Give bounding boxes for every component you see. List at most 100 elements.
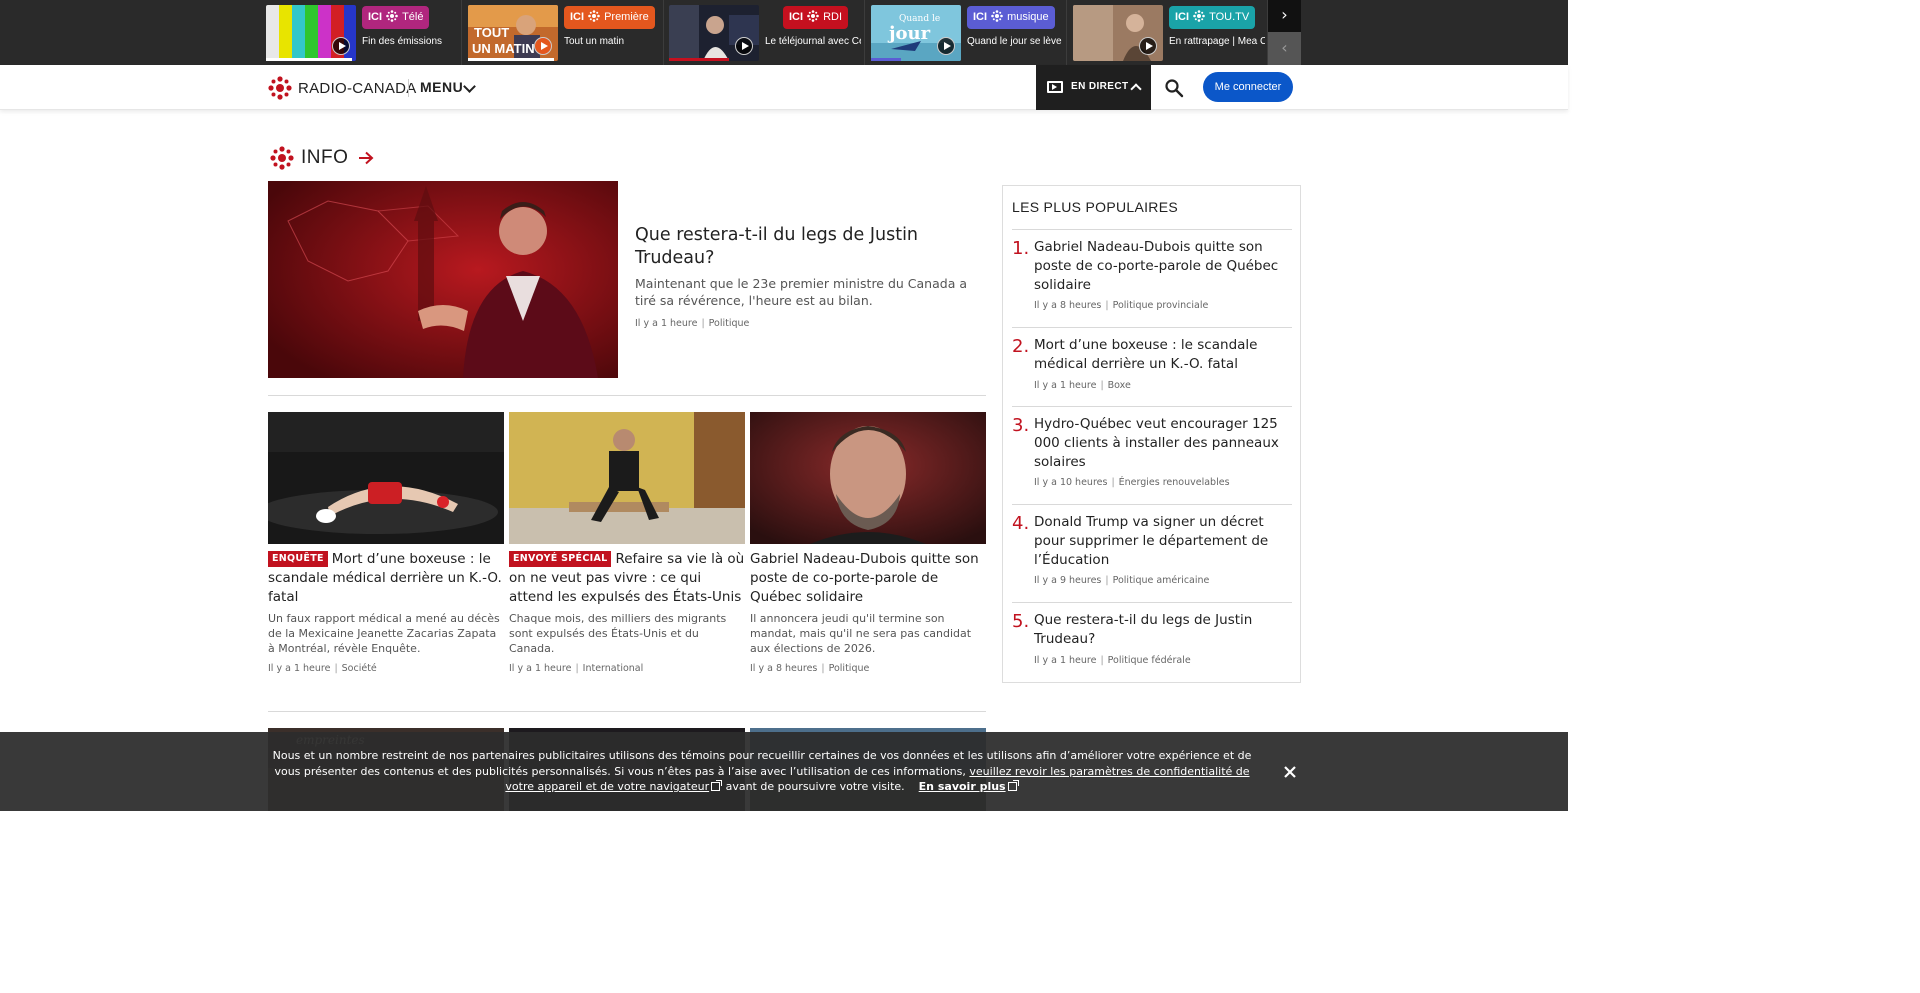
live-progress — [871, 58, 901, 61]
story-tag: ENQUÊTE — [268, 551, 328, 567]
chevron-down-icon[interactable] — [463, 80, 476, 93]
timestamp: Il y a 10 heures — [1034, 477, 1108, 488]
popular-meta: Il y a 1 heure | Politique fédérale — [1034, 655, 1191, 666]
live-button[interactable]: EN DIRECT — [1036, 65, 1151, 110]
story-card[interactable]: ENQUÊTE Mort d’une boxeuse : le scandale … — [268, 412, 504, 674]
live-progress — [266, 58, 352, 61]
popular-rank: 1. — [1012, 238, 1030, 259]
svg-text:TOUT: TOUT — [474, 25, 509, 40]
chevron-left-icon[interactable]: ‹ — [1268, 32, 1301, 65]
timestamp: Il y a 1 heure — [635, 318, 698, 329]
live-title: Quand le jour se lève — [967, 36, 1062, 47]
hero-headline[interactable]: Que restera-t-il du legs de Justin Trude… — [635, 224, 965, 270]
story-image[interactable] — [268, 412, 504, 544]
story-headline[interactable]: Gabriel Nadeau-Dubois quitte son poste d… — [750, 551, 979, 605]
section-header[interactable]: INFO — [270, 145, 374, 171]
live-card-toutv[interactable]: ICITOU.TV En rattrapage | Mea Culpa — [1069, 0, 1268, 65]
live-card-tele[interactable]: ICI Télé Fin des émissions — [262, 0, 462, 65]
play-icon — [1139, 37, 1157, 55]
live-card-rdi[interactable]: ICIRDI Le téléjournal avec Céline Galipe… — [665, 0, 865, 65]
popular-item[interactable]: 4. Donald Trump va signer un décret pour… — [1012, 504, 1292, 602]
story-description: Chaque mois, des milliers des migrants s… — [509, 612, 727, 655]
header-divider — [408, 79, 409, 97]
live-thumbnail — [669, 5, 759, 61]
music-mark-icon — [991, 10, 1003, 22]
radio-mark-icon — [588, 10, 600, 22]
story-meta: Il y a 1 heure | International — [509, 663, 644, 674]
live-thumbnail — [1073, 5, 1163, 61]
story-description: Un faux rapport médical a mené au décès … — [268, 612, 500, 655]
learn-more-link[interactable]: En savoir plus — [919, 780, 1006, 793]
radio-canada-gem-icon — [268, 76, 292, 100]
category-link[interactable]: Politique — [829, 663, 870, 674]
story-card[interactable]: ENVOYÉ SPÉCIAL Refaire sa vie là où on ne… — [509, 412, 745, 674]
popular-headline[interactable]: Gabriel Nadeau-Dubois quitte son poste d… — [1034, 238, 1292, 295]
category-link[interactable]: Boxe — [1108, 380, 1131, 391]
channel-badge: ICI RDI — [783, 6, 849, 29]
popular-rank: 3. — [1012, 415, 1030, 436]
popular-meta: Il y a 8 heures | Politique provinciale — [1034, 300, 1209, 311]
popular-panel: LES PLUS POPULAIRES 1. Gabriel Nadeau-Du… — [1002, 185, 1301, 683]
live-strip: ICI Télé Fin des émissions TOUT UN MATIN … — [0, 0, 1568, 65]
live-progress — [468, 58, 554, 61]
story-card[interactable]: Gabriel Nadeau-Dubois quitte son poste d… — [750, 412, 986, 674]
category-link[interactable]: International — [583, 663, 644, 674]
menu-button[interactable]: MENU — [420, 79, 463, 95]
live-thumbnail — [266, 5, 356, 61]
channel-badge: ICI Télé — [362, 6, 430, 29]
timestamp: Il y a 9 heures — [1034, 575, 1102, 586]
popular-headline[interactable]: Hydro-Québec veut encourager 125 000 cli… — [1034, 415, 1292, 472]
popular-rank: 4. — [1012, 513, 1030, 534]
category-link[interactable]: Société — [342, 663, 377, 674]
popular-meta: Il y a 10 heures | Énergies renouvelables — [1034, 477, 1230, 488]
story-image[interactable] — [509, 412, 745, 544]
login-button[interactable]: Me connecter — [1203, 72, 1293, 102]
chevron-right-icon[interactable]: › — [1268, 0, 1301, 32]
popular-item[interactable]: 1. Gabriel Nadeau-Dubois quitte son post… — [1012, 229, 1292, 327]
play-icon — [332, 37, 350, 55]
live-title: Le téléjournal avec Céline Galipeau — [765, 36, 861, 47]
live-card-premiere[interactable]: TOUT UN MATIN ICI Première Tout un matin — [464, 0, 664, 65]
timestamp: Il y a 1 heure — [1034, 380, 1097, 391]
popular-item[interactable]: 5. Que restera-t-il du legs de Justin Tr… — [1012, 602, 1292, 681]
popular-headline[interactable]: Donald Trump va signer un décret pour su… — [1034, 513, 1292, 570]
category-link[interactable]: Politique — [709, 318, 750, 329]
category-link[interactable]: Politique américaine — [1113, 575, 1210, 586]
channel-badge: ICI musique — [967, 6, 1055, 29]
category-link[interactable]: Énergies renouvelables — [1119, 477, 1230, 488]
cookie-text: Nous et un nombre restreint de nos parte… — [272, 749, 1252, 793]
popular-item[interactable]: 2. Mort d’une boxeuse : le scandale médi… — [1012, 327, 1292, 406]
category-link[interactable]: Politique provinciale — [1113, 300, 1209, 311]
play-icon — [534, 37, 552, 55]
popular-meta: Il y a 9 heures | Politique américaine — [1034, 575, 1210, 586]
live-thumbnail: Quand le jour — [871, 5, 961, 61]
channel-badge: ICI Première — [564, 6, 655, 29]
close-icon[interactable] — [1281, 763, 1299, 781]
live-title: Fin des émissions — [362, 36, 443, 47]
toutv-mark-icon — [1193, 10, 1205, 22]
story-description: Il annoncera jeudi qu'il termine son man… — [750, 612, 972, 655]
arrow-right-icon — [359, 151, 374, 165]
svg-text:UN MATIN: UN MATIN — [472, 41, 535, 56]
section-title: INFO — [301, 147, 349, 168]
popular-headline[interactable]: Que restera-t-il du legs de Justin Trude… — [1034, 611, 1292, 649]
category-link[interactable]: Politique fédérale — [1108, 655, 1191, 666]
story-image[interactable] — [750, 412, 986, 544]
story-meta: Il y a 1 heure | Société — [268, 663, 377, 674]
live-card-musique[interactable]: Quand le jour ICI musique Quand le jour s… — [867, 0, 1067, 65]
timestamp: Il y a 8 heures — [750, 663, 818, 674]
popular-meta: Il y a 1 heure | Boxe — [1034, 380, 1131, 391]
hero-image[interactable] — [268, 181, 618, 378]
popular-headline[interactable]: Mort d’une boxeuse : le scandale médical… — [1034, 336, 1292, 374]
chevron-up-icon — [1130, 83, 1142, 95]
story-meta: Il y a 8 heures | Politique — [750, 663, 870, 674]
popular-item[interactable]: 3. Hydro-Québec veut encourager 125 000 … — [1012, 406, 1292, 504]
logo-text: RADIO-CANADA — [298, 79, 417, 97]
live-title: Tout un matin — [564, 36, 625, 47]
radio-canada-gem-icon — [270, 146, 294, 170]
timestamp: Il y a 1 heure — [1034, 655, 1097, 666]
search-icon[interactable] — [1164, 78, 1184, 98]
popular-rank: 2. — [1012, 336, 1030, 357]
divider — [268, 395, 986, 396]
site-logo[interactable]: RADIO-CANADA — [268, 76, 417, 100]
